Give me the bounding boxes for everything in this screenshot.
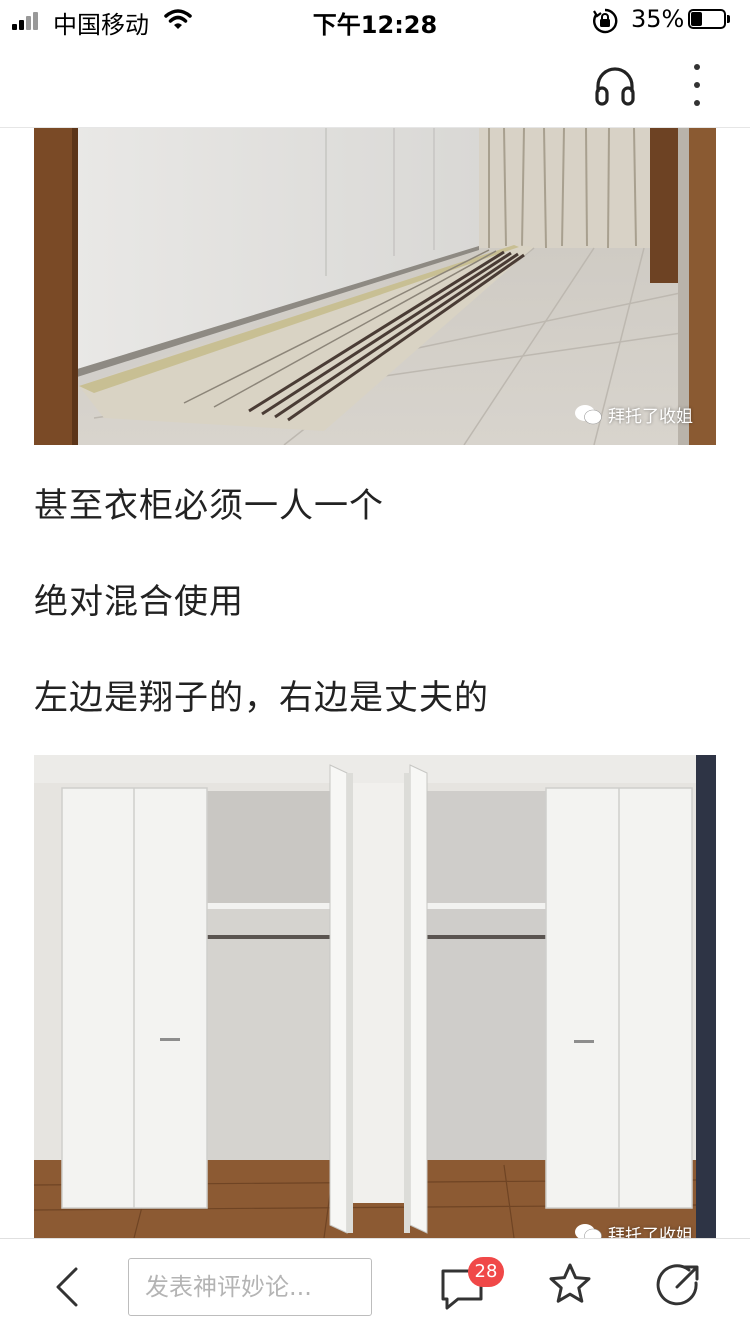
headphones-icon[interactable] [592,62,638,108]
wechat-icon [575,1223,602,1238]
status-bar: 中国移动 下午12:28 35% [0,0,750,42]
wechat-icon [575,404,602,424]
more-vertical-icon[interactable] [682,58,712,112]
paragraph-1: 甚至衣柜必须一人一个 [34,486,384,526]
article-image-hallway: 拜托了收姐 [34,128,716,445]
article-body: 拜托了收姐 甚至衣柜必须一人一个 绝对混合使用 左边是翔子的，右边是丈夫的 拜托… [0,128,750,1238]
share-icon[interactable] [655,1263,701,1309]
star-icon[interactable] [547,1261,593,1307]
paragraph-2: 绝对混合使用 [34,582,244,622]
battery-icon [688,9,732,31]
bottom-toolbar: 28 [0,1238,750,1334]
battery-percent: 35% [631,5,685,33]
comment-count-badge: 28 [468,1257,504,1287]
image-watermark: 拜托了收姐 [574,1221,693,1238]
nav-bar [0,42,750,128]
comment-input[interactable] [128,1258,372,1316]
orientation-lock-icon [593,8,618,34]
article-image-closets: 拜托了收姐 [34,755,716,1238]
back-arrow-icon[interactable] [46,1265,90,1309]
paragraph-3: 左边是翔子的，右边是丈夫的 [34,678,489,718]
image-watermark: 拜托了收姐 [574,402,693,427]
